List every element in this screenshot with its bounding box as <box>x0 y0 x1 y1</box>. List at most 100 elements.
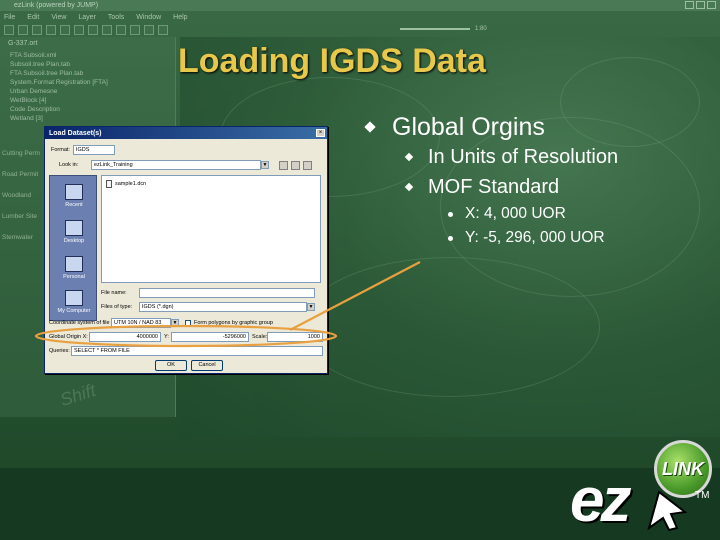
places-bar: Recent Desktop Personal My Computer <box>49 175 97 321</box>
toolbar-button[interactable] <box>46 25 56 35</box>
app-titlebar: ezLink (powered by JUMP) <box>0 0 720 11</box>
polygon-checkbox[interactable] <box>185 320 191 326</box>
menu-view[interactable]: View <box>51 14 66 21</box>
toolbar-button[interactable] <box>116 25 126 35</box>
menu-tools[interactable]: Tools <box>108 14 124 21</box>
sub-bullet-text: MOF Standard <box>428 175 560 198</box>
scale-label: Scale: <box>252 334 268 340</box>
toolbar-button[interactable] <box>144 25 154 35</box>
diamond-bullet-icon <box>364 121 376 133</box>
personal-folder-icon <box>65 256 83 272</box>
place-desktop[interactable]: Desktop <box>50 216 98 252</box>
lookin-select[interactable]: ezLink_Training <box>91 160 261 170</box>
layer-tree: FTA Subsoil.xml Subsoil.tree Plan.tab FT… <box>10 52 108 122</box>
zoom-slider[interactable] <box>400 28 470 30</box>
dialog-title: Load Dataset(s) <box>49 129 102 137</box>
side-label: Stemwater <box>2 234 34 241</box>
tree-item[interactable]: Subsoil.tree Plan.tab <box>10 61 108 68</box>
filename-input[interactable] <box>139 288 315 298</box>
cancel-button[interactable]: Cancel <box>191 360 223 371</box>
place-my-computer[interactable]: My Computer <box>50 286 98 322</box>
toolbar-button[interactable] <box>32 25 42 35</box>
menu-help[interactable]: Help <box>173 14 187 21</box>
map-contour <box>300 257 600 397</box>
zoom-label: 1:80 <box>475 26 487 32</box>
list-item[interactable]: sample1.dcn <box>106 180 146 188</box>
close-icon[interactable]: × <box>316 129 325 137</box>
up-folder-icon[interactable] <box>279 161 288 170</box>
brand-logo-text: ez <box>570 466 632 535</box>
chevron-down-icon[interactable]: ▼ <box>171 319 179 327</box>
toolbar-button[interactable] <box>18 25 28 35</box>
tree-item[interactable]: WetBlock [4] <box>10 97 108 104</box>
origin-x-label: Global Origin X: <box>49 334 88 340</box>
tree-item[interactable]: FTA Subsoil.tree Plan.tab <box>10 70 108 77</box>
maximize-icon[interactable] <box>696 1 705 9</box>
recent-icon <box>65 184 83 200</box>
diamond-bullet-icon <box>404 152 414 162</box>
window-controls <box>685 1 716 9</box>
side-label: Road Permit <box>2 171 39 178</box>
toolbar-button[interactable] <box>60 25 70 35</box>
view-menu-icon[interactable] <box>303 161 312 170</box>
side-labels: Cutting Perm Road Permit Woodland Lumber… <box>2 150 40 241</box>
point-item: X: 4, 000 UOR <box>448 202 618 226</box>
filetype-label: Files of type: <box>101 304 133 310</box>
toolbar-button[interactable] <box>130 25 140 35</box>
place-label: Personal <box>63 274 85 280</box>
tree-item[interactable]: System.Format Registration [FTA] <box>10 79 108 86</box>
dialog-titlebar: Load Dataset(s) <box>45 127 327 139</box>
tree-item[interactable]: Wetland [3] <box>10 115 108 122</box>
menu-window[interactable]: Window <box>136 14 161 21</box>
format-select[interactable]: IGDS <box>73 145 115 155</box>
toolbar-button[interactable] <box>88 25 98 35</box>
bullet-item: Global Orgins <box>360 112 618 142</box>
side-label: Cutting Perm <box>2 150 40 157</box>
sub-bullet-text: In Units of Resolution <box>428 145 619 168</box>
page-title: Loading IGDS Data <box>178 42 486 80</box>
menu-layer[interactable]: Layer <box>78 14 96 21</box>
query-input[interactable]: SELECT * FROM FILE <box>71 346 323 356</box>
tree-item[interactable]: FTA Subsoil.xml <box>10 52 108 59</box>
scale-input[interactable]: 1000 <box>267 332 323 342</box>
bullet-list: Global Orgins In Units of Resolution MOF… <box>360 112 618 250</box>
tree-item[interactable]: Urban Demesne <box>10 88 108 95</box>
point-text: Y: -5, 296, 000 UOR <box>465 229 605 246</box>
toolbar-button[interactable] <box>4 25 14 35</box>
origin-x-input[interactable]: 4000000 <box>89 332 161 342</box>
bullet-text: Global Orgins <box>392 112 545 141</box>
place-recent[interactable]: Recent <box>50 180 98 216</box>
origin-y-input[interactable]: -5296000 <box>171 332 249 342</box>
toolbar-button[interactable] <box>74 25 84 35</box>
filename-label: File name: <box>101 290 127 296</box>
toolbar <box>0 23 720 37</box>
menu-bar: File Edit View Layer Tools Window Help <box>0 11 720 23</box>
diamond-bullet-icon <box>404 182 414 192</box>
place-label: Recent <box>65 202 83 208</box>
query-label: Queries: <box>49 348 70 354</box>
filetype-select[interactable]: IGDS (*.dgn) <box>139 302 307 312</box>
computer-icon <box>65 290 83 306</box>
new-folder-icon[interactable] <box>291 161 300 170</box>
file-name: sample1.dcn <box>115 181 147 187</box>
file-icon <box>106 180 112 188</box>
place-label: My Computer <box>57 308 91 314</box>
chevron-down-icon[interactable]: ▼ <box>261 161 269 169</box>
toolbar-button[interactable] <box>158 25 168 35</box>
place-personal[interactable]: Personal <box>50 252 98 288</box>
side-label: Lumber Site <box>2 213 38 220</box>
toolbar-button[interactable] <box>102 25 112 35</box>
close-icon[interactable] <box>707 1 716 9</box>
tree-item[interactable]: Code Description <box>10 106 108 113</box>
place-label: Desktop <box>63 238 85 244</box>
file-list[interactable]: sample1.dcn <box>101 175 321 283</box>
dot-bullet-icon <box>448 211 453 217</box>
menu-file[interactable]: File <box>4 14 15 21</box>
menu-edit[interactable]: Edit <box>27 14 39 21</box>
ok-button[interactable]: OK <box>155 360 187 371</box>
minimize-icon[interactable] <box>685 1 694 9</box>
format-label: Format: <box>51 147 70 153</box>
lookin-label: Look in: <box>59 162 79 168</box>
coord-select[interactable]: UTM 10N / NAD 83 <box>111 318 171 328</box>
chevron-down-icon[interactable]: ▼ <box>307 303 315 311</box>
